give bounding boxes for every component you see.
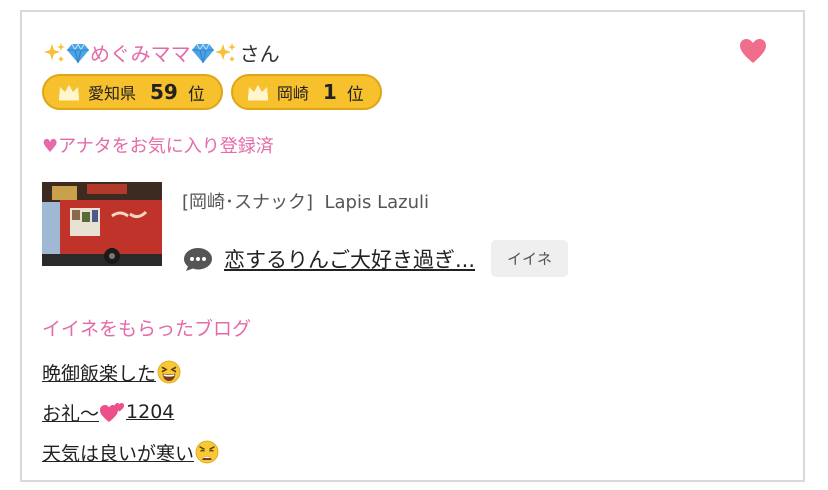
sparkles-icon xyxy=(44,42,65,62)
favorite-status: ♥アナタをお気に入り登録済 xyxy=(42,136,274,157)
rank-badge-city[interactable]: 岡崎 1位 xyxy=(230,74,382,110)
blog-item[interactable]: 晩御飯楽した xyxy=(42,352,219,392)
badge-unit: 位 xyxy=(346,84,364,105)
two-hearts-icon xyxy=(100,403,125,422)
user-name-suffix: さん xyxy=(239,42,280,66)
gem-icon xyxy=(67,42,89,63)
badge-rank: 1 xyxy=(322,80,337,104)
blog-item[interactable]: 天気は良いが寒い xyxy=(42,432,219,472)
blog-item[interactable]: お礼～ 1204 xyxy=(42,392,219,432)
blog-item-title: お礼～ xyxy=(42,402,100,425)
comment-link[interactable]: 恋するりんご大好き過ぎ... xyxy=(224,244,475,274)
user-name-row[interactable]: めぐみママ さん xyxy=(44,38,280,67)
badge-unit: 位 xyxy=(187,84,205,105)
user-name: めぐみママ xyxy=(90,42,191,66)
rank-badges: 愛知県 59 位 岡崎 1位 xyxy=(42,74,382,110)
heart-icon[interactable] xyxy=(739,38,767,64)
blog-item-title: 天気は良いが寒い xyxy=(42,442,195,465)
blog-section-title: イイネをもらったブログ xyxy=(42,318,252,340)
badge-rank: 59 xyxy=(150,80,178,104)
profile-card: めぐみママ さん 愛知県 59 位 岡崎 1 位 ♥アナタをお気に入り登録済 [… xyxy=(20,10,805,482)
grinning-squint-face-icon xyxy=(157,360,181,384)
weary-face-icon xyxy=(195,440,219,464)
crown-icon xyxy=(247,85,268,101)
sparkles-icon xyxy=(214,42,236,62)
shop-name: Lapis Lazuli xyxy=(324,192,430,213)
like-button[interactable]: イイネ xyxy=(491,240,569,277)
badge-area: 岡崎 xyxy=(276,84,309,103)
comment-row: 恋するりんご大好き過ぎ... イイネ xyxy=(182,240,569,277)
shop-category: [岡崎･スナック] xyxy=(182,192,314,213)
blog-item-title: 晩御飯楽した xyxy=(42,362,157,385)
shop-title[interactable]: [岡崎･スナック] Lapis Lazuli xyxy=(182,188,429,214)
gem-icon xyxy=(191,42,214,63)
blog-list: 晩御飯楽した お礼～ 1204 天気は良いが寒い xyxy=(42,352,219,472)
badge-area: 愛知県 xyxy=(88,84,137,103)
blog-item-suffix: 1204 xyxy=(126,401,175,423)
speech-bubble-icon xyxy=(184,247,212,271)
rank-badge-prefecture[interactable]: 愛知県 59 位 xyxy=(42,74,223,110)
shop-thumbnail[interactable] xyxy=(42,182,162,266)
crown-icon xyxy=(59,85,79,101)
